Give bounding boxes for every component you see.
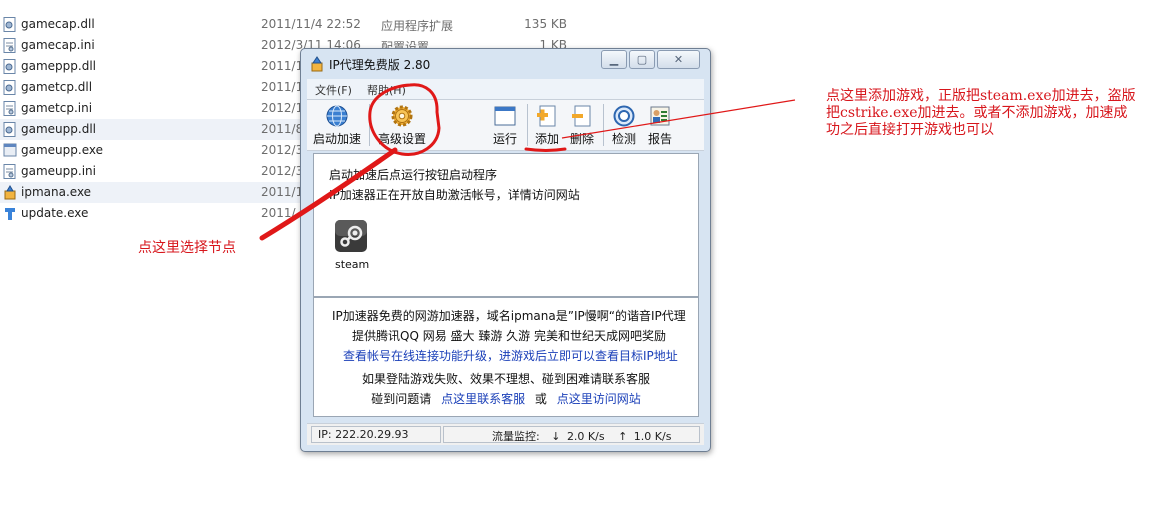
annotation-node-hint: 点这里选择节点 [138,240,236,256]
arrow-to-add [561,99,796,139]
annotation-add-hint-3: 功之后直接打开游戏也可以 [826,122,994,138]
screenshot-stage: gamecap.dll 2011/11/4 22:52 应用程序扩展 135 K… [0,0,1172,520]
annotation-add-hint-2: 把cstrike.exe加进去。或者不添加游戏，加速成 [826,105,1128,121]
underline-add [524,147,567,152]
circle-mark [368,83,441,156]
annotation-add-hint-1: 点这里添加游戏，正版把steam.exe加进去，盗版 [826,88,1136,104]
annotation-overlay [259,83,796,241]
arrow-to-advanced [259,147,398,241]
